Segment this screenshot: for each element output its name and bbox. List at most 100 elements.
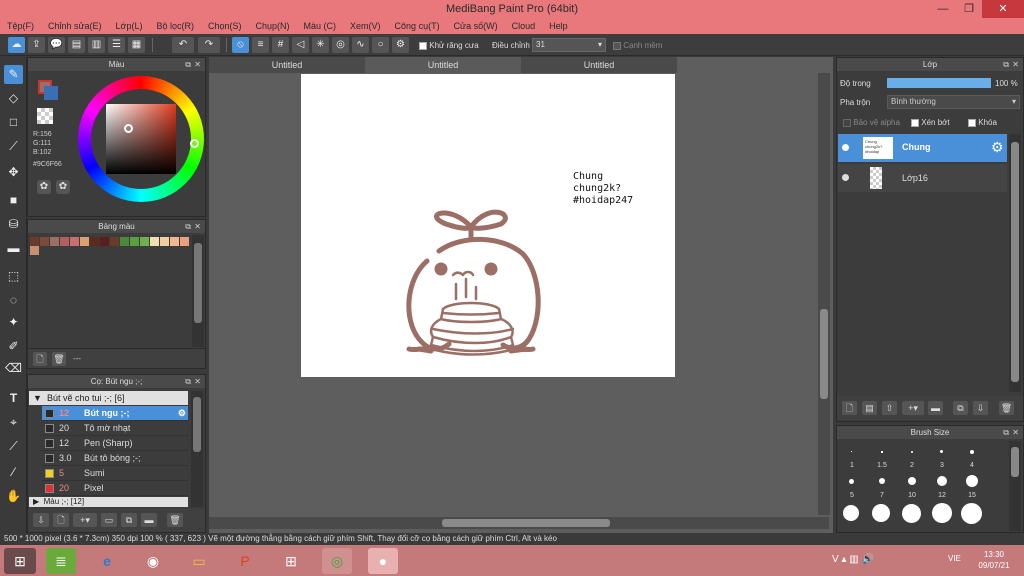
size-dot[interactable] <box>932 503 952 523</box>
correction-select[interactable]: 31 ▾ <box>532 38 606 52</box>
menu-color[interactable]: Màu (C) <box>297 18 344 34</box>
color-swatch[interactable] <box>90 237 99 246</box>
popout-icon[interactable]: ⧉ <box>185 375 191 388</box>
close-icon[interactable]: ✕ <box>194 58 201 71</box>
new-brush-icon[interactable]: 🗋 <box>53 513 69 527</box>
size-dot[interactable] <box>902 504 921 523</box>
trash-icon[interactable]: 🗑 <box>167 513 183 527</box>
divide-tool-icon[interactable]: ⟋ <box>4 437 23 456</box>
menu-tools[interactable]: Công cụ(T) <box>388 18 447 34</box>
blend-select[interactable]: Bình thường ▾ <box>887 95 1020 109</box>
size-dot[interactable] <box>961 503 982 524</box>
app-stack-icon[interactable]: ≣ <box>46 548 76 574</box>
select-pen-icon[interactable]: ✐ <box>4 337 23 356</box>
document-icon[interactable]: ▥ <box>88 37 105 53</box>
drawing-canvas[interactable]: Chung chung2k? #hoidap247 <box>301 74 675 377</box>
popout-icon[interactable]: ⧉ <box>1003 426 1009 439</box>
file-explorer-icon[interactable]: ▭ <box>184 548 214 574</box>
halftone-layer-icon[interactable]: ▤ <box>862 401 877 415</box>
ellipse-snap-icon[interactable]: ○ <box>372 37 389 53</box>
canvas-hscrollbar[interactable] <box>209 517 829 529</box>
add-brush-dropdown-icon[interactable]: +▾ <box>73 513 97 527</box>
protect-alpha-option[interactable]: Bảo vệ alpha <box>843 118 900 127</box>
grid-snap-icon[interactable]: # <box>272 37 289 53</box>
folder-icon[interactable]: ▬ <box>928 401 943 415</box>
move-tool-icon[interactable]: ✥ <box>4 163 23 182</box>
download-brush-icon[interactable]: ⇩ <box>33 513 49 527</box>
color-swatch[interactable] <box>30 237 39 246</box>
rectangle-tool-icon[interactable]: □ <box>4 113 23 132</box>
doc-tab-1[interactable]: Untitled <box>209 57 365 73</box>
size-cell[interactable]: 12 <box>927 471 957 501</box>
hue-handle[interactable] <box>190 139 199 148</box>
no-snap-icon[interactable]: ⦸ <box>232 37 249 53</box>
menu-edit[interactable]: Chỉnh sửa(E) <box>41 18 109 34</box>
popout-icon[interactable]: ⧉ <box>1003 58 1009 71</box>
select-tool-icon[interactable]: ⬚ <box>4 267 23 286</box>
operation-tool-icon[interactable]: ⌖ <box>4 413 23 432</box>
clock[interactable]: 13:30 09/07/21 <box>972 549 1016 571</box>
hscroll-thumb[interactable] <box>442 519 610 527</box>
dot-pen-tool-icon[interactable]: ⟋ <box>4 137 23 156</box>
internet-explorer-icon[interactable]: e <box>92 548 122 574</box>
brush-item[interactable]: 3.0 Bút tô bóng ;-; <box>42 451 188 466</box>
chat-icon[interactable]: 💬 <box>48 37 65 53</box>
clipping-checkbox[interactable] <box>911 118 919 127</box>
eye-icon[interactable] <box>842 174 849 181</box>
chrome-icon[interactable]: ◉ <box>138 548 168 574</box>
antialias-checkbox[interactable] <box>419 41 427 50</box>
popout-icon[interactable]: ⧉ <box>185 58 191 71</box>
size-cell[interactable]: 3 <box>927 441 957 471</box>
menu-file[interactable]: Tệp(F) <box>0 18 41 34</box>
curve-snap-icon[interactable]: ∿ <box>352 37 369 53</box>
volume-icon[interactable]: 🔊 <box>862 554 874 565</box>
duplicate-brush-icon[interactable]: ⧉ <box>121 513 137 527</box>
redo-icon[interactable]: ↷ <box>198 37 220 53</box>
brush-scrollbar[interactable] <box>191 391 203 507</box>
color-swatch[interactable] <box>130 237 139 246</box>
size-cell[interactable]: 7 <box>867 471 897 501</box>
popout-icon[interactable]: ⧉ <box>185 220 191 233</box>
gear-icon[interactable]: ⚙ <box>991 139 1004 156</box>
network-icon[interactable]: ▥ <box>849 554 858 565</box>
menu-select[interactable]: Chọn(S) <box>201 18 249 34</box>
layer-up-icon[interactable]: ⇧ <box>882 401 897 415</box>
comment-icon[interactable]: ▤ <box>68 37 85 53</box>
close-icon[interactable]: ✕ <box>1012 426 1019 439</box>
color-swatch[interactable] <box>120 237 129 246</box>
trash-icon[interactable]: 🗑 <box>999 401 1014 415</box>
brush-item[interactable]: 5 Sumi <box>42 466 188 481</box>
lock-option[interactable]: Khóa <box>968 118 997 127</box>
color-swatch[interactable] <box>60 237 69 246</box>
new-layer-icon[interactable]: 🗋 <box>842 401 857 415</box>
close-icon[interactable]: ✕ <box>194 220 201 233</box>
close-icon[interactable]: ✕ <box>194 375 201 388</box>
language-indicator[interactable]: VIE <box>948 554 961 563</box>
size-dot[interactable] <box>843 505 859 521</box>
collapse-icon[interactable]: ▼ <box>33 393 42 403</box>
soft-edge-option[interactable]: Cạnh mềm <box>613 41 662 50</box>
clipping-option[interactable]: Xén bớt <box>911 118 950 127</box>
color-swatch[interactable] <box>30 246 39 255</box>
color-swatch[interactable] <box>70 237 79 246</box>
protect-alpha-checkbox[interactable] <box>843 118 851 127</box>
undo-icon[interactable]: ↶ <box>172 37 194 53</box>
add-layer-dropdown-icon[interactable]: +▾ <box>902 401 924 415</box>
color-picker-handle[interactable] <box>124 124 133 133</box>
gear-icon[interactable]: ⚙ <box>178 406 186 421</box>
gradient-tool-icon[interactable]: ▬ <box>4 239 23 258</box>
menu-snap[interactable]: Chụp(N) <box>249 18 297 34</box>
menu-cloud[interactable]: Cloud <box>505 18 543 34</box>
menu-view[interactable]: Xem(V) <box>343 18 388 34</box>
doc-tab-2[interactable]: Untitled <box>365 57 521 73</box>
color-swatch[interactable] <box>80 237 89 246</box>
saturation-square[interactable] <box>106 104 176 174</box>
duplicate-layer-icon[interactable]: ⧉ <box>953 401 968 415</box>
bucket-tool-icon[interactable]: ⛁ <box>4 215 23 234</box>
fill-shape-icon[interactable]: ■ <box>4 191 23 210</box>
lasso-tool-icon[interactable]: ◌ <box>4 291 23 310</box>
windows-start-icon[interactable]: ⊞ <box>4 548 36 574</box>
color-swatch[interactable] <box>140 237 149 246</box>
color-swatch[interactable] <box>160 237 169 246</box>
brush-folder-icon[interactable]: ▭ <box>101 513 117 527</box>
